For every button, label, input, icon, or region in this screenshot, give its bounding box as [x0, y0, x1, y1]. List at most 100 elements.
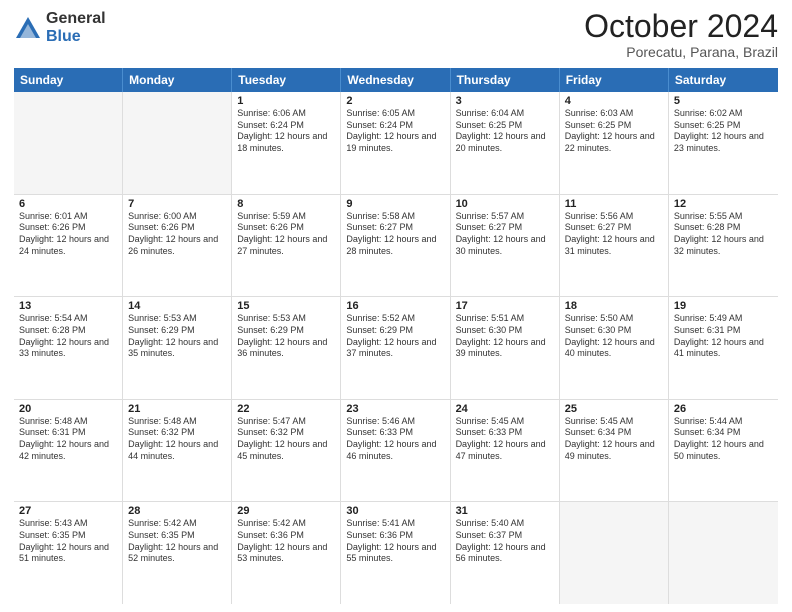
calendar-day-cell: 17Sunrise: 5:51 AMSunset: 6:30 PMDayligh… — [451, 297, 560, 399]
calendar-day-cell — [560, 502, 669, 604]
day-info: Sunrise: 6:02 AMSunset: 6:25 PMDaylight:… — [674, 108, 773, 155]
day-number: 31 — [456, 505, 554, 517]
day-info: Sunrise: 5:54 AMSunset: 6:28 PMDaylight:… — [19, 313, 117, 360]
calendar-week-row: 27Sunrise: 5:43 AMSunset: 6:35 PMDayligh… — [14, 502, 778, 604]
day-number: 10 — [456, 198, 554, 210]
calendar-day-cell: 9Sunrise: 5:58 AMSunset: 6:27 PMDaylight… — [341, 195, 450, 297]
calendar-day-cell: 23Sunrise: 5:46 AMSunset: 6:33 PMDayligh… — [341, 400, 450, 502]
day-number: 25 — [565, 403, 663, 415]
calendar-day-cell: 3Sunrise: 6:04 AMSunset: 6:25 PMDaylight… — [451, 92, 560, 194]
day-info: Sunrise: 5:41 AMSunset: 6:36 PMDaylight:… — [346, 518, 444, 565]
calendar-day-cell: 26Sunrise: 5:44 AMSunset: 6:34 PMDayligh… — [669, 400, 778, 502]
calendar-day-cell: 25Sunrise: 5:45 AMSunset: 6:34 PMDayligh… — [560, 400, 669, 502]
calendar-day-cell: 29Sunrise: 5:42 AMSunset: 6:36 PMDayligh… — [232, 502, 341, 604]
day-number: 26 — [674, 403, 773, 415]
day-number: 30 — [346, 505, 444, 517]
day-number: 8 — [237, 198, 335, 210]
day-number: 17 — [456, 300, 554, 312]
day-info: Sunrise: 5:49 AMSunset: 6:31 PMDaylight:… — [674, 313, 773, 360]
calendar-header-cell: Monday — [123, 68, 232, 92]
calendar-day-cell: 10Sunrise: 5:57 AMSunset: 6:27 PMDayligh… — [451, 195, 560, 297]
calendar-day-cell: 16Sunrise: 5:52 AMSunset: 6:29 PMDayligh… — [341, 297, 450, 399]
calendar-day-cell — [14, 92, 123, 194]
calendar-body: 1Sunrise: 6:06 AMSunset: 6:24 PMDaylight… — [14, 92, 778, 604]
logo-text: General Blue — [46, 10, 106, 45]
calendar-day-cell: 30Sunrise: 5:41 AMSunset: 6:36 PMDayligh… — [341, 502, 450, 604]
calendar-day-cell: 31Sunrise: 5:40 AMSunset: 6:37 PMDayligh… — [451, 502, 560, 604]
day-info: Sunrise: 5:46 AMSunset: 6:33 PMDaylight:… — [346, 416, 444, 463]
calendar-week-row: 13Sunrise: 5:54 AMSunset: 6:28 PMDayligh… — [14, 297, 778, 400]
calendar-day-cell: 27Sunrise: 5:43 AMSunset: 6:35 PMDayligh… — [14, 502, 123, 604]
calendar-day-cell: 13Sunrise: 5:54 AMSunset: 6:28 PMDayligh… — [14, 297, 123, 399]
month-title: October 2024 — [584, 10, 778, 42]
day-number: 15 — [237, 300, 335, 312]
logo-general-text: General — [46, 10, 106, 28]
day-number: 5 — [674, 95, 773, 107]
day-number: 11 — [565, 198, 663, 210]
calendar-header-cell: Thursday — [451, 68, 560, 92]
calendar-day-cell — [123, 92, 232, 194]
day-info: Sunrise: 6:03 AMSunset: 6:25 PMDaylight:… — [565, 108, 663, 155]
logo: General Blue — [14, 10, 106, 45]
day-info: Sunrise: 5:40 AMSunset: 6:37 PMDaylight:… — [456, 518, 554, 565]
header: General Blue October 2024 Porecatu, Para… — [14, 10, 778, 60]
day-info: Sunrise: 5:43 AMSunset: 6:35 PMDaylight:… — [19, 518, 117, 565]
calendar-day-cell: 24Sunrise: 5:45 AMSunset: 6:33 PMDayligh… — [451, 400, 560, 502]
calendar-day-cell — [669, 502, 778, 604]
calendar-week-row: 1Sunrise: 6:06 AMSunset: 6:24 PMDaylight… — [14, 92, 778, 195]
calendar-header-cell: Sunday — [14, 68, 123, 92]
day-number: 13 — [19, 300, 117, 312]
calendar-header-cell: Saturday — [669, 68, 778, 92]
day-info: Sunrise: 6:00 AMSunset: 6:26 PMDaylight:… — [128, 211, 226, 258]
day-info: Sunrise: 6:06 AMSunset: 6:24 PMDaylight:… — [237, 108, 335, 155]
day-info: Sunrise: 5:50 AMSunset: 6:30 PMDaylight:… — [565, 313, 663, 360]
day-number: 23 — [346, 403, 444, 415]
day-number: 3 — [456, 95, 554, 107]
calendar-week-row: 20Sunrise: 5:48 AMSunset: 6:31 PMDayligh… — [14, 400, 778, 503]
calendar-day-cell: 15Sunrise: 5:53 AMSunset: 6:29 PMDayligh… — [232, 297, 341, 399]
day-number: 6 — [19, 198, 117, 210]
page: General Blue October 2024 Porecatu, Para… — [0, 0, 792, 612]
day-info: Sunrise: 5:44 AMSunset: 6:34 PMDaylight:… — [674, 416, 773, 463]
calendar-day-cell: 20Sunrise: 5:48 AMSunset: 6:31 PMDayligh… — [14, 400, 123, 502]
day-info: Sunrise: 5:57 AMSunset: 6:27 PMDaylight:… — [456, 211, 554, 258]
logo-icon — [14, 14, 42, 42]
calendar-day-cell: 14Sunrise: 5:53 AMSunset: 6:29 PMDayligh… — [123, 297, 232, 399]
day-number: 20 — [19, 403, 117, 415]
calendar-week-row: 6Sunrise: 6:01 AMSunset: 6:26 PMDaylight… — [14, 195, 778, 298]
calendar: SundayMondayTuesdayWednesdayThursdayFrid… — [14, 68, 778, 604]
calendar-header-cell: Tuesday — [232, 68, 341, 92]
calendar-day-cell: 2Sunrise: 6:05 AMSunset: 6:24 PMDaylight… — [341, 92, 450, 194]
day-info: Sunrise: 5:45 AMSunset: 6:34 PMDaylight:… — [565, 416, 663, 463]
calendar-day-cell: 22Sunrise: 5:47 AMSunset: 6:32 PMDayligh… — [232, 400, 341, 502]
calendar-day-cell: 21Sunrise: 5:48 AMSunset: 6:32 PMDayligh… — [123, 400, 232, 502]
calendar-day-cell: 8Sunrise: 5:59 AMSunset: 6:26 PMDaylight… — [232, 195, 341, 297]
day-info: Sunrise: 5:59 AMSunset: 6:26 PMDaylight:… — [237, 211, 335, 258]
day-number: 16 — [346, 300, 444, 312]
day-number: 24 — [456, 403, 554, 415]
calendar-day-cell: 5Sunrise: 6:02 AMSunset: 6:25 PMDaylight… — [669, 92, 778, 194]
day-number: 28 — [128, 505, 226, 517]
day-info: Sunrise: 6:04 AMSunset: 6:25 PMDaylight:… — [456, 108, 554, 155]
calendar-day-cell: 12Sunrise: 5:55 AMSunset: 6:28 PMDayligh… — [669, 195, 778, 297]
day-number: 9 — [346, 198, 444, 210]
day-number: 22 — [237, 403, 335, 415]
calendar-header-cell: Friday — [560, 68, 669, 92]
day-number: 12 — [674, 198, 773, 210]
day-info: Sunrise: 5:42 AMSunset: 6:35 PMDaylight:… — [128, 518, 226, 565]
calendar-day-cell: 7Sunrise: 6:00 AMSunset: 6:26 PMDaylight… — [123, 195, 232, 297]
logo-blue-text: Blue — [46, 28, 106, 46]
calendar-day-cell: 1Sunrise: 6:06 AMSunset: 6:24 PMDaylight… — [232, 92, 341, 194]
calendar-day-cell: 18Sunrise: 5:50 AMSunset: 6:30 PMDayligh… — [560, 297, 669, 399]
title-section: October 2024 Porecatu, Parana, Brazil — [584, 10, 778, 60]
calendar-day-cell: 6Sunrise: 6:01 AMSunset: 6:26 PMDaylight… — [14, 195, 123, 297]
calendar-day-cell: 11Sunrise: 5:56 AMSunset: 6:27 PMDayligh… — [560, 195, 669, 297]
day-info: Sunrise: 5:52 AMSunset: 6:29 PMDaylight:… — [346, 313, 444, 360]
day-number: 19 — [674, 300, 773, 312]
day-info: Sunrise: 5:53 AMSunset: 6:29 PMDaylight:… — [128, 313, 226, 360]
day-info: Sunrise: 5:56 AMSunset: 6:27 PMDaylight:… — [565, 211, 663, 258]
day-number: 4 — [565, 95, 663, 107]
day-info: Sunrise: 5:51 AMSunset: 6:30 PMDaylight:… — [456, 313, 554, 360]
day-info: Sunrise: 5:55 AMSunset: 6:28 PMDaylight:… — [674, 211, 773, 258]
calendar-day-cell: 28Sunrise: 5:42 AMSunset: 6:35 PMDayligh… — [123, 502, 232, 604]
